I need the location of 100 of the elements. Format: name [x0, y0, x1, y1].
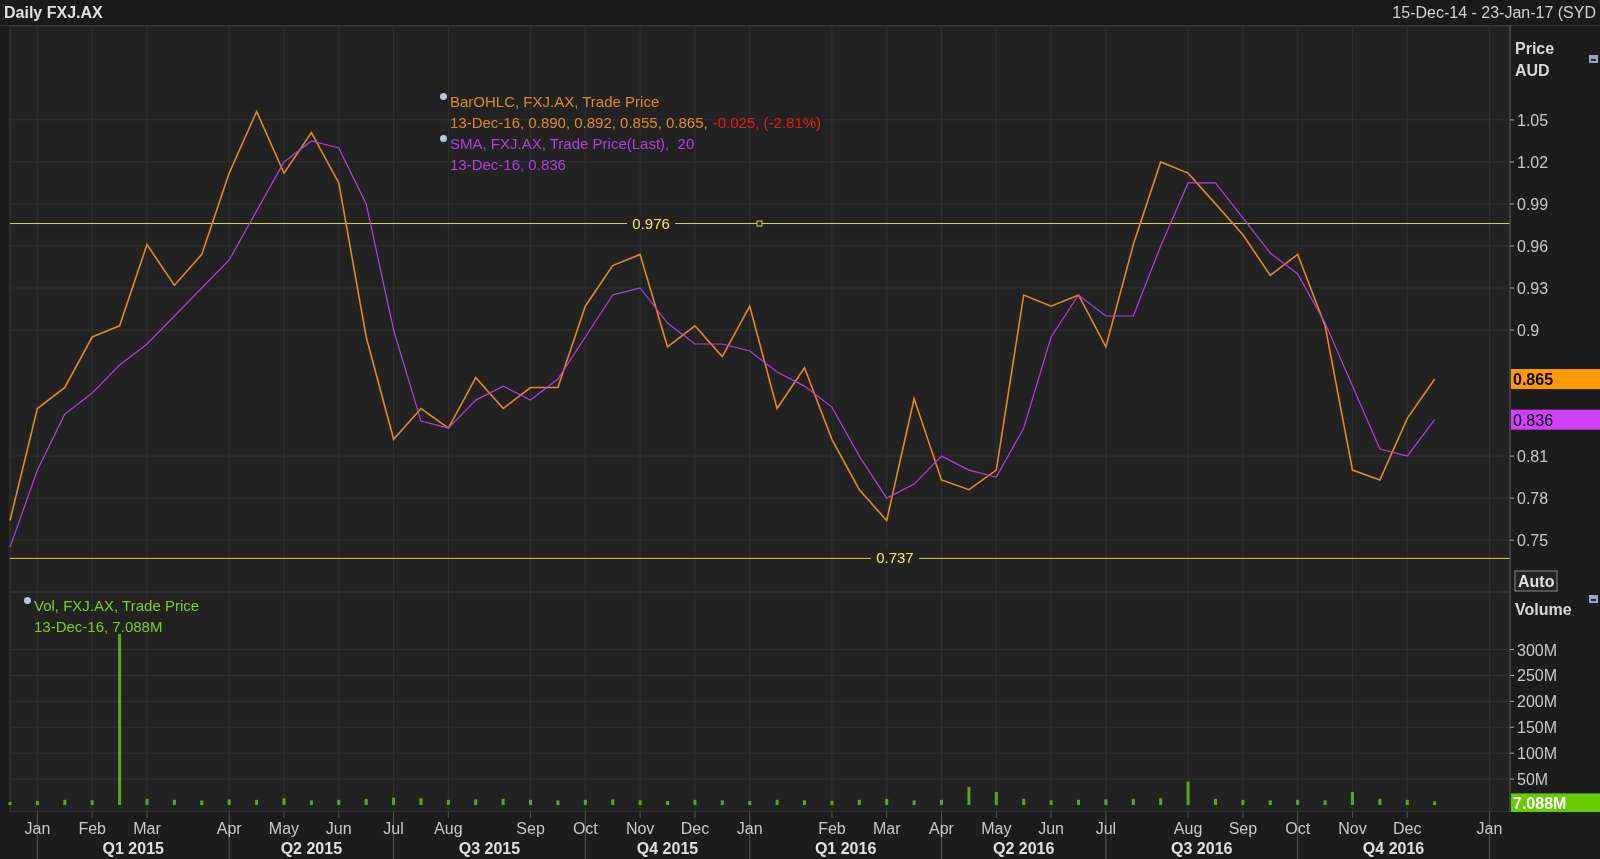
legend-change: -0.025, (-2.81%)	[712, 113, 822, 133]
legend-series-title: Vol, FXJ.AX, Trade Price	[34, 596, 200, 616]
month-label: Jan	[24, 820, 51, 837]
current-value-tag: 0.865	[1511, 369, 1600, 390]
axis-tick-label: 200M	[1517, 693, 1558, 711]
volume-bar	[1104, 799, 1108, 805]
month-label: Dec	[680, 820, 710, 837]
month-label: Nov	[1338, 820, 1367, 837]
month-label: Feb	[818, 820, 846, 837]
volume-bar	[364, 798, 368, 805]
volume-bar	[720, 800, 724, 805]
legend-values: 13-Dec-16, 0.836	[450, 155, 566, 175]
chart-title: Daily FXJ.AX	[4, 2, 103, 23]
axis-tick-label: 0.81	[1517, 448, 1549, 466]
axis-tick-label: 1.05	[1517, 111, 1549, 129]
month-label: May	[981, 820, 1012, 837]
quarter-label: Q3 2015	[458, 840, 521, 857]
month-label: Aug	[1173, 820, 1203, 837]
volume-bar	[693, 799, 697, 805]
axis-tick-label: 0.75	[1517, 532, 1549, 550]
axis-tick-label: 100M	[1517, 745, 1558, 763]
volume-bar	[1022, 798, 1026, 805]
volume-bar	[446, 799, 450, 805]
axis-tick-label: 150M	[1517, 719, 1558, 737]
level-line[interactable]	[9, 557, 1511, 559]
volume-bar	[775, 799, 779, 805]
volume-bar	[830, 800, 834, 805]
quarter-label: Q4 2015	[636, 840, 699, 857]
quarter-label: Q1 2015	[102, 840, 164, 857]
legend-pin-icon[interactable]	[440, 93, 447, 100]
month-label: Jun	[325, 820, 352, 837]
volume-bar	[857, 799, 861, 805]
axis-tick-label: 0.96	[1517, 237, 1549, 255]
legend-values: 13-Dec-16, 0.890, 0.892, 0.855, 0.865,	[450, 113, 708, 133]
volume-bar	[556, 800, 560, 805]
volume-bar	[1131, 798, 1135, 805]
volume-bar	[638, 800, 642, 805]
axis-tick-label: 1.02	[1517, 153, 1549, 171]
volume-bar	[8, 801, 12, 805]
current-volume-tag: 7.088M	[1511, 793, 1600, 812]
volume-bar	[419, 798, 423, 805]
axis-tick-label: 0.9	[1517, 322, 1540, 339]
legend-pin-icon[interactable]	[440, 135, 447, 142]
volume-bar	[282, 798, 286, 805]
month-label: Jul	[383, 820, 404, 837]
quarter-label: Q2 2016	[993, 840, 1055, 857]
legend-series-title: SMA, FXJ.AX, Trade Price(Last), 20	[450, 134, 695, 154]
axis-tick-label: 300M	[1517, 641, 1558, 659]
month-label: Jan	[1476, 820, 1503, 837]
minimize-icon[interactable]	[1589, 55, 1598, 63]
month-label: Jan	[736, 820, 763, 837]
axis-tick-label: 0.93	[1517, 280, 1549, 297]
auto-button[interactable]: Auto	[1514, 570, 1558, 592]
month-label: Oct	[572, 820, 598, 837]
month-label: Sep	[1228, 820, 1258, 837]
volume-bar	[583, 799, 587, 805]
month-label: Jun	[1038, 820, 1064, 837]
volume-bar	[35, 800, 39, 805]
volume-bar	[1186, 781, 1190, 805]
volume-bar	[611, 799, 615, 805]
volume-bar	[309, 800, 313, 805]
volume-bar	[474, 799, 478, 805]
ref-line-label: 0.737	[876, 549, 914, 567]
level-line[interactable]	[9, 223, 1511, 225]
volume-bar	[1433, 801, 1437, 805]
axis-tick-label: 50M	[1517, 771, 1549, 789]
volume-bar	[172, 799, 176, 805]
month-label: Aug	[434, 820, 463, 837]
volume-bar	[90, 800, 94, 805]
volume-bar	[967, 786, 971, 805]
minimize-icon[interactable]	[1589, 595, 1598, 603]
legend-series-title: BarOHLC, FXJ.AX, Trade Price	[450, 92, 660, 112]
month-label: Oct	[1285, 820, 1311, 837]
legend-pin-icon[interactable]	[24, 597, 31, 604]
volume-bar	[337, 799, 341, 805]
quarter-label: Q1 2016	[814, 840, 877, 857]
volume-bar	[748, 800, 752, 805]
currency-label: AUD	[1515, 62, 1550, 79]
volume-bar	[1241, 799, 1245, 805]
month-label: Jul	[1095, 820, 1117, 837]
volume-bar	[1378, 798, 1382, 805]
volume-bar	[940, 799, 943, 805]
volume-bar	[1049, 800, 1053, 805]
volume-bar	[145, 798, 149, 805]
volume-bar	[885, 798, 889, 805]
volume-bar	[803, 800, 806, 805]
date-range: 15-Dec-14 - 23-Jan-17 (SYD	[1392, 2, 1596, 23]
volume-bar	[1323, 800, 1327, 805]
axis-title: Volume	[1515, 601, 1572, 618]
volume-bar	[1350, 792, 1354, 805]
volume-bar	[501, 798, 505, 805]
line-handle-icon[interactable]	[756, 220, 763, 227]
month-label: Feb	[78, 820, 106, 837]
axis-tick-label: 250M	[1517, 667, 1558, 685]
quarter-label: Q3 2016	[1171, 840, 1233, 857]
volume-bar	[392, 797, 396, 805]
volume-bar	[1077, 799, 1080, 805]
current-value-tag: 0.836	[1511, 409, 1600, 430]
quarter-label: Q2 2015	[280, 840, 343, 857]
month-label: Mar	[872, 820, 901, 837]
